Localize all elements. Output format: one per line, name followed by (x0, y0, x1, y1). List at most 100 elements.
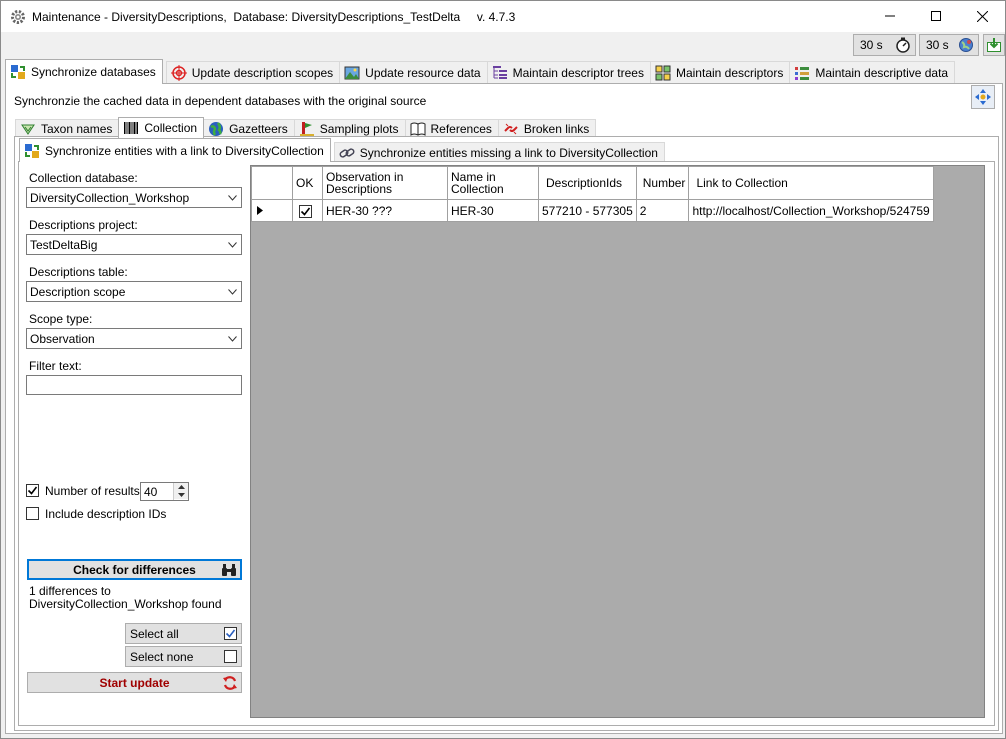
plot-icon (299, 121, 315, 137)
data-grid-icon (794, 65, 810, 81)
select-all-button[interactable]: Select all (125, 623, 242, 644)
column-header-description-ids[interactable]: DescriptionIds (538, 166, 637, 200)
filter-text-label: Filter text: (29, 359, 82, 373)
timer-button-1[interactable]: 30 s (853, 34, 916, 56)
move-arrows-icon (975, 89, 991, 105)
description-ids-cell[interactable]: 577210 - 577305 (538, 199, 637, 222)
download-button[interactable] (983, 34, 1005, 56)
tab-taxon-names[interactable]: Taxon names (15, 119, 120, 137)
observation-cell[interactable]: HER-30 ??? (322, 199, 448, 222)
page-description: Synchronzie the cached data in dependent… (14, 94, 427, 108)
row-selector[interactable] (251, 199, 293, 222)
include-description-ids-label: Include description IDs (45, 507, 167, 521)
tab-references[interactable]: References (404, 119, 499, 137)
checkmark-icon (300, 207, 311, 216)
name-cell[interactable]: HER-30 (447, 199, 539, 222)
sync-databases-icon (10, 64, 26, 80)
tab-label: Taxon names (41, 121, 113, 136)
tab-maintain-descriptors[interactable]: Maintain descriptors (649, 61, 791, 83)
minimize-button[interactable] (867, 1, 913, 31)
results-table: OK Observation in Descriptions Name in C… (251, 166, 934, 222)
tab-sync-with-link[interactable]: Synchronize entities with a link to Dive… (19, 138, 331, 162)
chevron-down-icon (228, 289, 237, 295)
tab-gazetteers[interactable]: Gazetteers (203, 119, 295, 137)
ok-cell[interactable] (292, 199, 323, 222)
tab-label: Sampling plots (319, 121, 399, 136)
check-for-differences-label: Check for differences (73, 562, 196, 577)
maintenance-window: Maintenance - DiversityDescriptions, Dat… (0, 0, 1006, 739)
scope-type-value: Observation (30, 332, 95, 346)
tab-update-resource-data[interactable]: Update resource data (339, 61, 488, 83)
tab-sampling-plots[interactable]: Sampling plots (293, 119, 406, 137)
tab-collection[interactable]: Collection (118, 117, 205, 138)
timer-button-2[interactable]: 30 s (919, 34, 979, 56)
number-of-results-checkbox[interactable] (26, 484, 39, 497)
tab-label: Maintain descriptive data (815, 65, 949, 80)
download-icon (986, 37, 1002, 56)
collection-database-label: Collection database: (29, 171, 138, 185)
scope-type-label: Scope type: (29, 312, 93, 326)
chevron-up-icon (177, 485, 185, 489)
checkmark-icon (27, 486, 38, 495)
column-header-number[interactable]: Number (635, 166, 690, 200)
start-update-button[interactable]: Start update (27, 672, 242, 693)
ok-checkbox[interactable] (299, 204, 312, 218)
chevron-down-icon (228, 242, 237, 248)
tree-icon (492, 65, 508, 81)
tab-label: Gazetteers (229, 121, 288, 136)
tab-label: References (430, 121, 492, 136)
gear-icon (10, 9, 26, 25)
tab-label: Synchronize databases (31, 65, 156, 79)
column-header-ok[interactable]: OK (292, 166, 323, 200)
image-icon (344, 65, 360, 81)
row-pointer-icon (257, 205, 263, 215)
maximize-button[interactable] (913, 1, 959, 31)
tab-label: Broken links (523, 121, 590, 136)
stopwatch-icon (895, 37, 911, 56)
check-for-differences-button[interactable]: Check for differences (27, 559, 242, 580)
descriptions-table-select[interactable]: Description scope (26, 281, 242, 302)
column-header-name[interactable]: Name in Collection (447, 166, 539, 200)
column-header-observation[interactable]: Observation in Descriptions (322, 166, 448, 200)
descriptor-icon (655, 65, 671, 81)
differences-found-line2: DiversityCollection_Workshop found (29, 597, 222, 611)
tab-sync-missing-link[interactable]: Synchronize entities missing a link to D… (333, 142, 665, 162)
minimize-icon (885, 15, 895, 17)
timer-label-1: 30 s (860, 38, 883, 52)
taxon-icon (20, 121, 36, 137)
select-none-button[interactable]: Select none (125, 646, 242, 667)
tab-maintain-descriptive-data[interactable]: Maintain descriptive data (789, 61, 956, 83)
number-of-results-spinner[interactable]: 40 (140, 482, 189, 501)
move-arrows-button[interactable] (971, 85, 995, 109)
spin-up-button[interactable] (174, 483, 188, 491)
tab-broken-links[interactable]: Broken links (497, 119, 597, 137)
sync-databases-icon (24, 143, 40, 159)
refresh-icon (222, 675, 238, 694)
table-row[interactable]: HER-30 ??? HER-30 577210 - 577305 2 http… (251, 199, 934, 222)
tab-label: Synchronize entities with a link to Dive… (45, 143, 324, 158)
spin-down-button[interactable] (174, 491, 188, 499)
descriptions-table-label: Descriptions table: (29, 265, 128, 279)
start-update-label: Start update (99, 675, 170, 690)
include-description-ids-checkbox[interactable] (26, 507, 39, 520)
scope-type-select[interactable]: Observation (26, 328, 242, 349)
window-title: Maintenance - DiversityDescriptions, Dat… (32, 10, 516, 24)
collection-database-select[interactable]: DiversityCollection_Workshop (26, 187, 242, 208)
filter-text-input[interactable] (26, 375, 242, 395)
close-button[interactable] (959, 1, 1005, 31)
timer-label-2: 30 s (926, 38, 949, 52)
descriptions-table-value: Description scope (30, 285, 126, 299)
link-cell[interactable]: http://localhost/Collection_Workshop/524… (688, 199, 934, 222)
target-icon (170, 64, 187, 81)
column-header-link[interactable]: Link to Collection (688, 166, 934, 200)
tab-label: Update description scopes (191, 65, 334, 80)
binoculars-icon (221, 563, 237, 580)
tab-update-description-scopes[interactable]: Update description scopes (165, 61, 341, 83)
descriptions-project-select[interactable]: TestDeltaBig (26, 234, 242, 255)
globe-icon (208, 121, 224, 137)
tab-maintain-descriptor-trees[interactable]: Maintain descriptor trees (486, 61, 651, 83)
number-cell[interactable]: 2 (635, 199, 690, 222)
chevron-down-icon (228, 195, 237, 201)
tab-synchronize-databases[interactable]: Synchronize databases (5, 59, 163, 84)
collection-database-value: DiversityCollection_Workshop (30, 191, 190, 205)
